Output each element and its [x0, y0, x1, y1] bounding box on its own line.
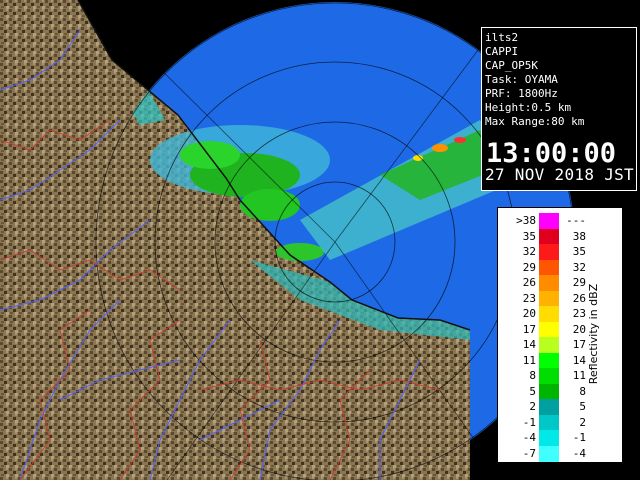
legend-swatch: [539, 383, 559, 400]
reflectivity-legend: >38 --- 35 38 32 35 29 32 26 29 23 26 20 23 17 20 14 17 11…: [497, 207, 623, 463]
legend-row-high: -4: [572, 446, 586, 460]
legend-title: Reflectivity in dBZ: [587, 283, 600, 385]
legend-swatch: [539, 368, 559, 384]
legend-row-low: 17: [522, 322, 536, 336]
legend-row-low: 29: [522, 260, 536, 274]
legend-row-high: 26: [572, 291, 586, 305]
legend-row-low: >38: [516, 214, 536, 227]
legend-swatch: [539, 213, 559, 229]
legend-row-high: 32: [572, 260, 586, 274]
legend-row: 35 38: [498, 228, 618, 245]
legend-swatch: [539, 259, 559, 276]
legend-row-high: 5: [579, 400, 586, 413]
legend-swatch: [539, 414, 559, 431]
legend-row-low: 8: [529, 369, 536, 382]
prf-label: PRF: 1800Hz: [485, 87, 558, 100]
legend-row-high: 17: [572, 338, 586, 351]
legend-swatch: [539, 244, 559, 260]
legend-row-high: 29: [572, 276, 586, 289]
legend-row-low: 35: [522, 229, 536, 243]
legend-row-high: 23: [572, 307, 586, 320]
legend-row-low: 14: [522, 338, 536, 351]
max-range-label: Max Range:80 km: [485, 115, 585, 128]
legend-row-low: -7: [522, 446, 536, 460]
task-label: Task: OYAMA: [485, 73, 558, 86]
legend-row-low: 23: [522, 291, 536, 305]
legend-row-high: 14: [572, 353, 586, 367]
site-name: ilts2: [485, 31, 519, 44]
legend-swatch: [539, 337, 559, 353]
observation-date: 27 NOV 2018 JST: [485, 165, 634, 184]
legend-row: -7 -4: [498, 445, 618, 462]
legend-swatch: [539, 275, 559, 291]
legend-row-low: -1: [522, 415, 536, 429]
legend-swatch: [539, 445, 559, 462]
legend-row-high: 11: [572, 369, 586, 382]
legend-row-low: 5: [529, 384, 536, 398]
legend-swatch: [539, 290, 559, 307]
legend-row-high: 8: [579, 384, 586, 398]
legend-swatch: [539, 399, 559, 415]
legend-row-low: 20: [522, 307, 536, 320]
legend-row-high: 38: [572, 229, 586, 243]
legend-row-low: -4: [522, 431, 536, 444]
legend-swatch: [539, 430, 559, 446]
radar-info-panel: ilts2 CAPPI CAP_OP5K Task: OYAMA PRF: 18…: [481, 27, 637, 191]
legend-row-low: 32: [522, 245, 536, 258]
height-label: Height:0.5 km: [485, 101, 572, 114]
product-code: CAP_OP5K: [485, 59, 538, 72]
legend-row: >38 ---: [498, 213, 618, 229]
legend-row-high: 35: [572, 245, 586, 258]
legend-row-high: -1: [572, 431, 586, 444]
legend-row-high: 20: [572, 322, 586, 336]
legend-swatch: [539, 352, 559, 369]
legend-swatch: [539, 228, 559, 245]
legend-row: -4 -1: [498, 430, 618, 446]
legend-row-high: 2: [579, 415, 586, 429]
legend-row-low: 11: [522, 353, 536, 367]
product-name: CAPPI: [485, 45, 519, 58]
legend-row-low: 26: [522, 276, 536, 289]
legend-swatch: [539, 306, 559, 322]
legend-swatch: [539, 321, 559, 338]
legend-row-high: ---: [566, 214, 586, 227]
legend-row-low: 2: [529, 400, 536, 413]
observation-time: 13:00:00: [486, 138, 617, 169]
